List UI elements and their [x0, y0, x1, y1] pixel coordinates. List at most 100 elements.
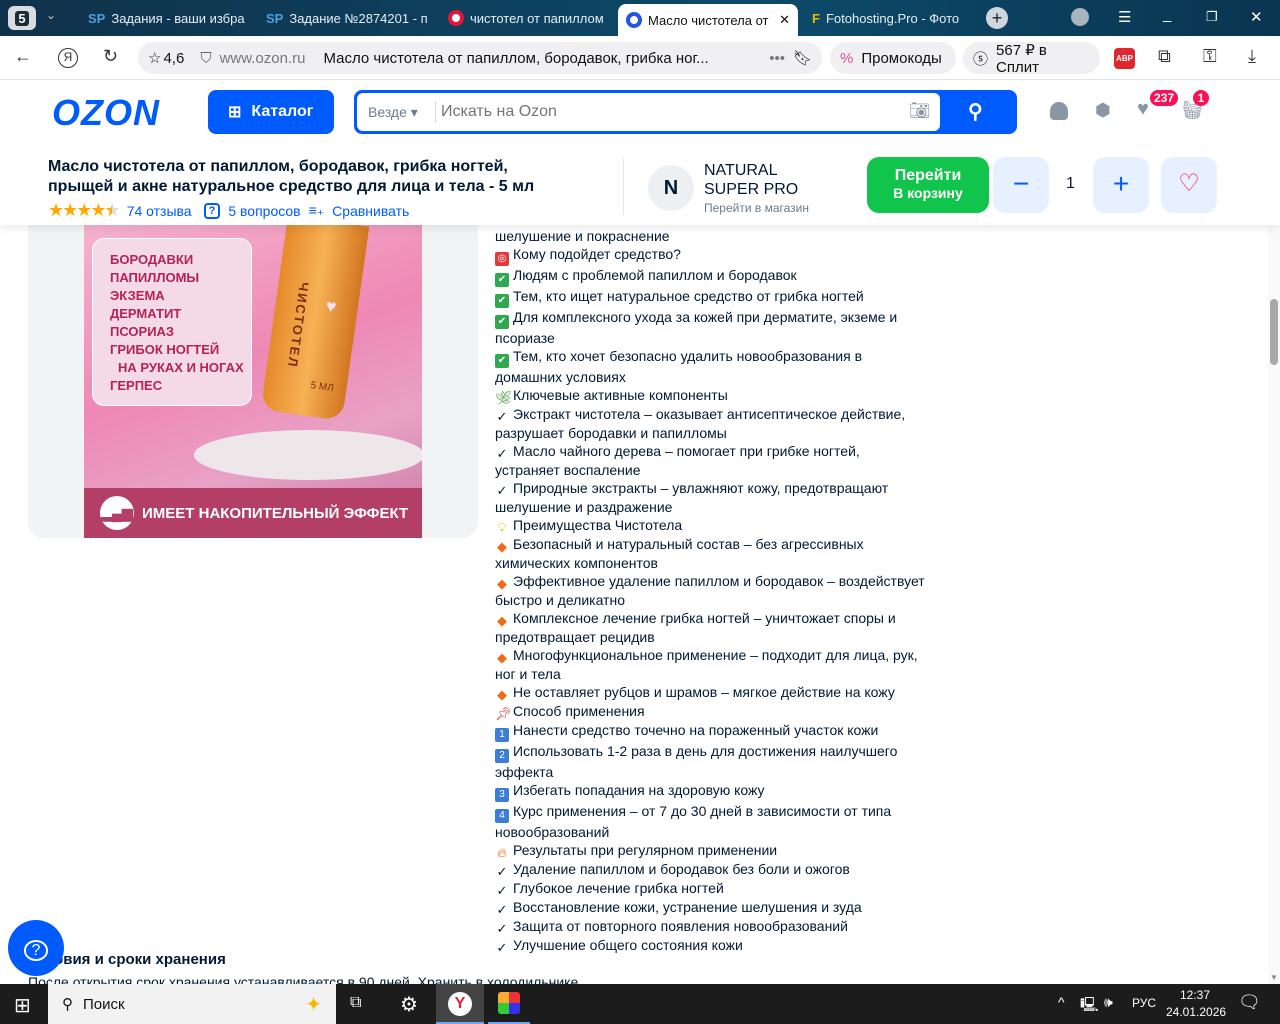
target-icon: ◎: [495, 252, 509, 266]
catalog-button[interactable]: ⊞ Каталог: [208, 90, 334, 134]
taskbar-search[interactable]: ⚲ Поиск ✦: [48, 984, 336, 1024]
description-line: 📌︎Способ применения: [495, 702, 925, 721]
scroll-down-arrow[interactable]: ▼: [1270, 973, 1278, 982]
tab-5[interactable]: F Fotohosting.Pro - Фото: [804, 4, 976, 32]
catalog-label: Каталог: [251, 103, 314, 120]
go-to-cart-button[interactable]: Перейти В корзину: [867, 157, 989, 213]
quantity-plus-button[interactable]: +: [1093, 157, 1149, 213]
passwords-icon[interactable]: ⚿: [1203, 46, 1217, 67]
seller-store-link[interactable]: Перейти в магазин: [704, 201, 809, 215]
minimize-icon[interactable]: _: [1163, 6, 1171, 23]
tray-chevron-icon[interactable]: ^: [1058, 994, 1065, 1010]
tab-counter[interactable]: 5: [8, 6, 36, 30]
tab-2[interactable]: SP Задание №2874201 - п: [258, 4, 432, 32]
download-icon[interactable]: ⤓: [1248, 46, 1256, 67]
description-text: Нанести средство точечно на пораженный у…: [513, 722, 879, 738]
notifications-icon[interactable]: 🗨︎: [1238, 992, 1261, 1013]
compare-link[interactable]: Сравнивать: [332, 203, 409, 219]
adblock-icon[interactable]: ABP: [1114, 48, 1135, 69]
condition: ДЕРМАТИТ: [110, 306, 182, 321]
back-icon[interactable]: ←: [14, 46, 32, 67]
bottle: ЧИСТОТЕЛ ♥ 5 МЛ: [260, 220, 370, 421]
ozon-logo[interactable]: OZON: [52, 92, 160, 134]
more-icon[interactable]: •••: [769, 50, 785, 67]
yandex-icon[interactable]: Я: [58, 48, 78, 68]
description-text: Кому подойдет средство?: [513, 246, 681, 262]
ozon-icon: [626, 12, 642, 28]
cart-badge: 1: [1193, 90, 1209, 106]
conditions-list: БОРОДАВКИ ПАПИЛЛОМЫ ЭКЗЕМА ДЕРМАТИТ ПСОР…: [92, 238, 252, 406]
yandex-browser-taskbar[interactable]: Y: [436, 984, 484, 1024]
bookmark-icon[interactable]: 🔖︎: [793, 49, 812, 67]
tab-1[interactable]: SP Задания - ваши избра: [80, 4, 252, 32]
description-text: Использовать 1-2 раза в день для достиже…: [495, 743, 898, 780]
description-line: ◆ Комплексное лечение грибка ногтей – уни…: [495, 609, 925, 646]
favorites-icon[interactable]: ♥: [1137, 98, 1149, 121]
search-icon[interactable]: ⚲: [968, 99, 983, 124]
description-line: 3 Избегать попадания на здоровую кожу: [495, 781, 925, 802]
close-window-icon[interactable]: ✕: [1250, 8, 1263, 26]
windows-start-icon[interactable]: ⊞: [14, 993, 31, 1018]
volume-icon[interactable]: 🕪︎: [1104, 994, 1113, 1011]
tab-3[interactable]: чистотел от папиллом: [440, 4, 612, 32]
product-image[interactable]: БОРОДАВКИ ПАПИЛЛОМЫ ЭКЗЕМА ДЕРМАТИТ ПСОР…: [84, 220, 422, 538]
clock-time[interactable]: 12:37: [1180, 988, 1210, 1002]
search-input[interactable]: [441, 97, 891, 127]
description-line: ◆ Не оставляет рубцов и шрамов – мягкое д…: [495, 683, 925, 702]
network-icon[interactable]: 🖳︎: [1080, 994, 1099, 1018]
reload-icon[interactable]: ↻: [103, 46, 118, 67]
question-icon: ?: [203, 202, 221, 219]
title-line: прыщей и акне натуральное средство для л…: [48, 178, 535, 195]
quantity-value: 1: [1066, 175, 1075, 192]
reviews-link[interactable]: 74 отзыва: [127, 203, 192, 219]
sp-icon: SP: [266, 10, 284, 26]
favorite-button[interactable]: ♡: [1161, 157, 1217, 213]
app-taskbar[interactable]: [488, 984, 530, 1024]
scrollbar-thumb[interactable]: [1270, 299, 1278, 365]
rating-stars[interactable]: ★★★★★: [48, 200, 121, 221]
url-bar[interactable]: ☆ 4,6 ⛉ www.ozon.ru Масло чистотела от па…: [138, 42, 822, 74]
close-tab-icon[interactable]: ✕: [779, 12, 790, 28]
description-text: Удаление папиллом и бородавок без боли и…: [513, 861, 850, 877]
profile-icon[interactable]: [1071, 8, 1089, 26]
language-indicator[interactable]: РУС: [1132, 996, 1156, 1010]
check-icon: ✔: [495, 315, 509, 329]
quantity-minus-button[interactable]: −: [993, 157, 1049, 213]
tab-4-active[interactable]: Масло чистотела от ✕: [618, 4, 798, 36]
description-line: ✓ Глубокое лечение грибка ногтей: [495, 879, 925, 898]
divider: [435, 101, 436, 123]
tick-icon: ✓: [496, 446, 508, 461]
clock-date[interactable]: 24.01.2026: [1166, 1005, 1226, 1019]
description-line: шелушение и покраснение: [495, 227, 925, 245]
settings-icon[interactable]: ⚙: [400, 992, 418, 1017]
split-button[interactable]: ⓢ 567 ₽ в Сплит: [963, 42, 1100, 76]
leaf-icon: 🌿︎: [495, 390, 512, 405]
new-tab-button[interactable]: +: [986, 7, 1008, 29]
help-button[interactable]: ?: [8, 920, 64, 976]
description-text: Многофункциональное применение – подходи…: [495, 647, 918, 682]
orders-icon[interactable]: ⬢: [1095, 100, 1111, 121]
promo-label: Промокоды: [861, 49, 942, 67]
promo-button[interactable]: % Промокоды: [830, 42, 956, 74]
f-icon: F: [812, 10, 820, 26]
description-line: 💡︎ Преимущества Чистотела: [495, 516, 925, 535]
extensions-icon[interactable]: ⧉: [1158, 46, 1171, 67]
description-text: Курс применения – от 7 до 30 дней в зави…: [495, 803, 892, 840]
questions-link[interactable]: 5 вопросов: [228, 203, 300, 219]
task-view-icon[interactable]: ⧉: [350, 994, 361, 1012]
grid-icon: ⊞: [228, 104, 242, 121]
tick-icon: ✓: [496, 864, 508, 879]
seller-avatar[interactable]: N: [648, 165, 694, 211]
description-line: ✓ Защита от повторного появления новообра…: [495, 917, 925, 936]
site-rating: 4,6: [163, 49, 185, 67]
bulb-icon: 💡︎: [497, 520, 507, 535]
camera-icon[interactable]: 📷︎: [909, 101, 931, 121]
seller-name[interactable]: NATURAL SUPER PRO: [704, 161, 798, 199]
taskbar: ⊞ ⚲ Поиск ✦ ⧉ ⚙ Y ^ 🖳︎ 🕪︎ РУС 12:37 24.01…: [0, 984, 1280, 1024]
page-scrollbar[interactable]: ▼: [1268, 225, 1280, 984]
menu-icon[interactable]: ☰: [1118, 8, 1131, 26]
chevron-down-icon[interactable]: ⌄: [46, 8, 56, 22]
user-icon[interactable]: [1050, 102, 1068, 120]
restore-icon[interactable]: ❐: [1206, 9, 1218, 25]
search-scope-select[interactable]: Везде ▾: [368, 104, 418, 121]
